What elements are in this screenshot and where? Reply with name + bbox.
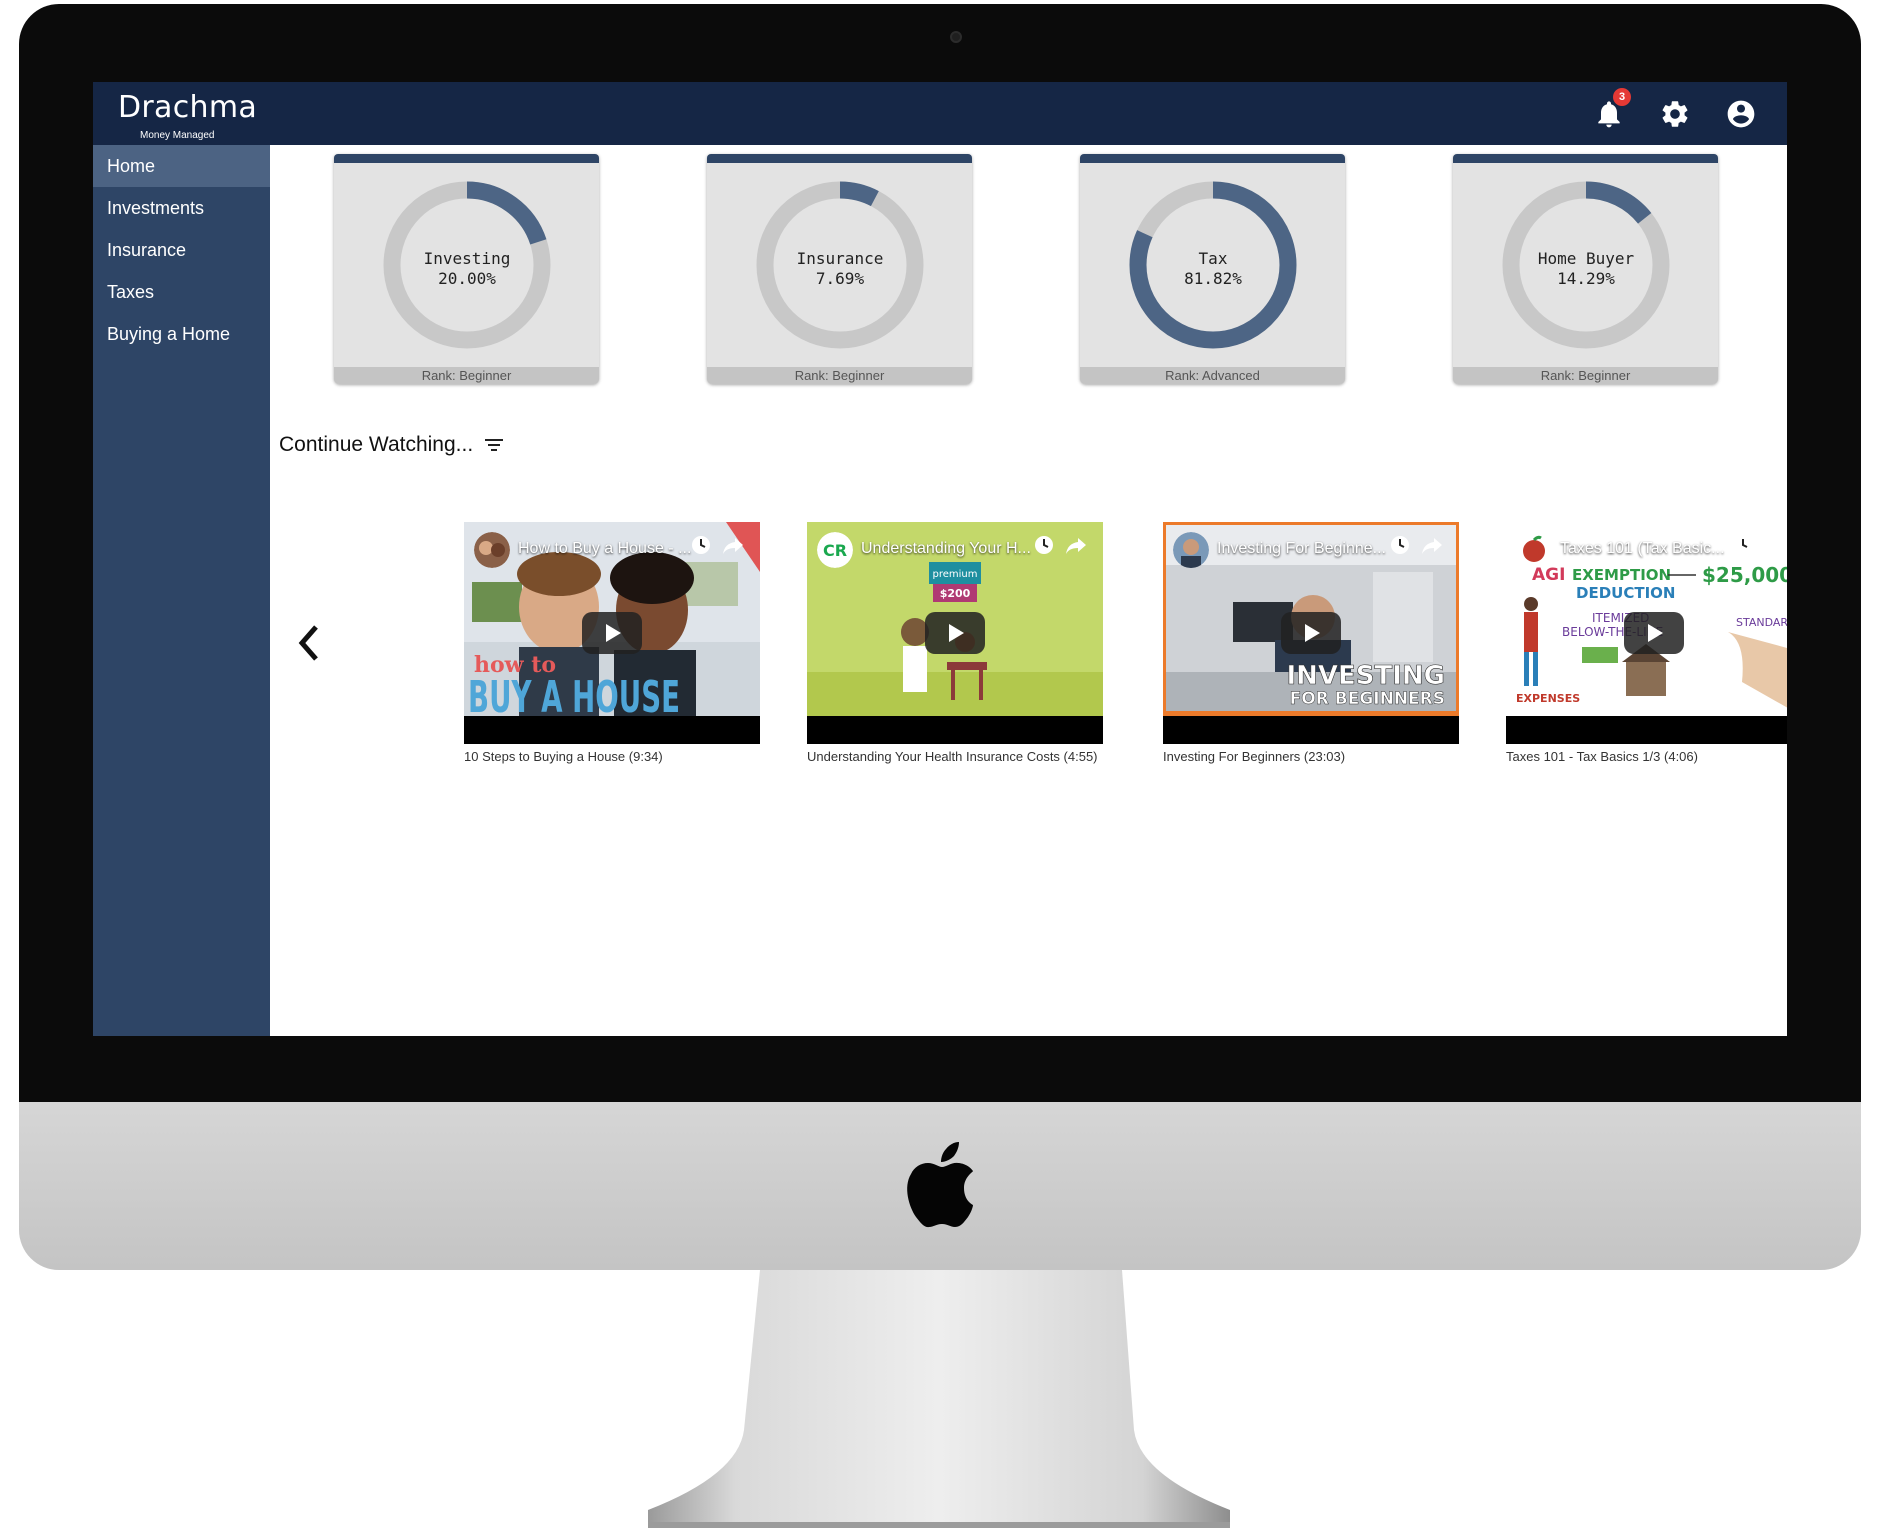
video-thumbnail[interactable]: how to BUY A HOUSE How to Buy a House - …	[464, 522, 760, 744]
video-thumbnail[interactable]: AGI EXEMPTION $25,000 DEDUCTION ITEMIZED…	[1506, 522, 1787, 744]
thumbnail-text: EXPENSES	[1516, 692, 1580, 705]
thumbnail-text: STANDARD	[1736, 616, 1787, 629]
thumbnail-text: premium	[933, 569, 978, 580]
sidebar-item-insurance[interactable]: Insurance	[93, 229, 270, 271]
watch-later-icon[interactable]	[1732, 534, 1754, 556]
share-icon[interactable]	[1764, 534, 1786, 556]
thumbnail-text: $25,000	[1702, 563, 1787, 587]
video-caption[interactable]: Investing For Beginners (23:03)	[1163, 749, 1459, 764]
share-icon[interactable]	[1065, 534, 1087, 556]
watch-later-icon[interactable]	[1389, 534, 1411, 556]
sidebar-item-taxes[interactable]: Taxes	[93, 271, 270, 313]
video-thumbnail[interactable]: INVESTING FOR BEGINNERS Investing For Be…	[1163, 522, 1459, 744]
progress-percent: 20.00%	[438, 269, 496, 288]
video-card[interactable]: how to BUY A HOUSE How to Buy a House - …	[464, 522, 760, 764]
notifications-button[interactable]: 3	[1593, 88, 1631, 130]
progress-category: Insurance	[796, 249, 884, 268]
video-card[interactable]: premium $200 CR Understanding Your H... …	[807, 522, 1103, 764]
progress-percent: 7.69%	[815, 269, 865, 288]
share-icon[interactable]	[722, 534, 744, 556]
video-thumbnail[interactable]: premium $200 CR Understanding Your H...	[807, 522, 1103, 744]
top-bar-actions: 3	[1593, 88, 1757, 131]
progress-card-insurance[interactable]: Insurance 7.69% Rank: Beginner	[707, 154, 972, 384]
thumbnail-text: AGI	[1532, 565, 1565, 585]
rank-label: Rank: Advanced	[1080, 367, 1345, 384]
rank-label: Rank: Beginner	[1453, 367, 1718, 384]
sidebar-item-buying-a-home[interactable]: Buying a Home	[93, 313, 270, 355]
progress-label: Investing 20.00%	[382, 249, 552, 289]
account-circle-icon	[1727, 100, 1755, 128]
continue-watching-header: Continue Watching...	[279, 433, 504, 457]
progress-label: Home Buyer 14.29%	[1501, 249, 1671, 289]
play-icon[interactable]	[1624, 612, 1684, 654]
thumbnail-text: EXEMPTION	[1572, 566, 1671, 584]
settings-button[interactable]	[1659, 98, 1691, 130]
video-card[interactable]: AGI EXEMPTION $25,000 DEDUCTION ITEMIZED…	[1506, 522, 1787, 764]
play-icon[interactable]	[1281, 612, 1341, 654]
play-icon[interactable]	[582, 612, 642, 654]
progress-percent: 14.29%	[1557, 269, 1615, 288]
video-overlay-title[interactable]: Taxes 101 (Tax Basic...	[1560, 540, 1725, 558]
video-caption[interactable]: Taxes 101 - Tax Basics 1/3 (4:06)	[1506, 749, 1787, 764]
apple-logo-icon	[907, 1142, 973, 1228]
section-title: Continue Watching...	[279, 433, 474, 456]
top-app-bar: Drachma Money Managed 3	[93, 82, 1787, 145]
channel-avatar[interactable]: CR	[817, 532, 853, 568]
sidebar-item-investments[interactable]: Investments	[93, 187, 270, 229]
thumbnail-text: INVESTING	[1286, 661, 1445, 691]
notification-count-badge: 3	[1613, 88, 1631, 106]
filter-icon[interactable]	[485, 438, 504, 452]
channel-avatar[interactable]	[1173, 532, 1209, 568]
progress-label: Insurance 7.69%	[755, 249, 925, 289]
webcam	[950, 31, 962, 43]
carousel-prev-button[interactable]	[294, 623, 322, 663]
video-overlay-title[interactable]: Investing For Beginne...	[1217, 540, 1386, 558]
channel-avatar[interactable]	[1516, 532, 1552, 568]
gear-icon	[1662, 101, 1688, 127]
share-icon[interactable]	[1421, 534, 1443, 556]
progress-card-investing[interactable]: Investing 20.00% Rank: Beginner	[334, 154, 599, 384]
video-overlay-title[interactable]: Understanding Your H...	[861, 540, 1031, 558]
main-content: Investing 20.00% Rank: Beginner Insuranc…	[270, 145, 1787, 1036]
monitor-stand	[648, 1270, 1230, 1528]
brand-tagline: Money Managed	[140, 130, 215, 141]
progress-category: Investing	[423, 249, 511, 268]
video-overlay-title[interactable]: How to Buy a House - ...	[518, 540, 691, 558]
video-card[interactable]: INVESTING FOR BEGINNERS Investing For Be…	[1163, 522, 1459, 764]
sidebar-item-home[interactable]: Home	[93, 145, 270, 187]
video-caption[interactable]: Understanding Your Health Insurance Cost…	[807, 749, 1103, 764]
app-screen: Drachma Money Managed 3 Home Investments…	[93, 82, 1787, 1036]
thumbnail-text: DEDUCTION	[1576, 584, 1675, 602]
brand-logo[interactable]: Drachma Money Managed	[118, 90, 258, 141]
rank-label: Rank: Beginner	[707, 367, 972, 384]
progress-category: Home Buyer	[1537, 249, 1635, 268]
channel-logo-text: CR	[823, 541, 847, 560]
thumbnail-text: FOR BEGINNERS	[1290, 689, 1445, 709]
video-caption[interactable]: 10 Steps to Buying a House (9:34)	[464, 749, 760, 764]
progress-label: Tax 81.82%	[1128, 249, 1298, 289]
thumbnail-text: BUY A HOUSE	[468, 672, 680, 716]
sidebar-nav: Home Investments Insurance Taxes Buying …	[93, 145, 270, 1036]
progress-percent: 81.82%	[1184, 269, 1242, 288]
progress-category: Tax	[1198, 249, 1228, 268]
progress-card-tax[interactable]: Tax 81.82% Rank: Advanced	[1080, 154, 1345, 384]
progress-card-home-buyer[interactable]: Home Buyer 14.29% Rank: Beginner	[1453, 154, 1718, 384]
watch-later-icon[interactable]	[1033, 534, 1055, 556]
play-icon[interactable]	[925, 612, 985, 654]
thumbnail-text: $200	[940, 587, 971, 600]
brand-name: Drachma	[118, 90, 258, 125]
rank-label: Rank: Beginner	[334, 367, 599, 384]
watch-later-icon[interactable]	[690, 534, 712, 556]
account-button[interactable]	[1725, 98, 1757, 130]
channel-avatar[interactable]	[474, 532, 510, 568]
